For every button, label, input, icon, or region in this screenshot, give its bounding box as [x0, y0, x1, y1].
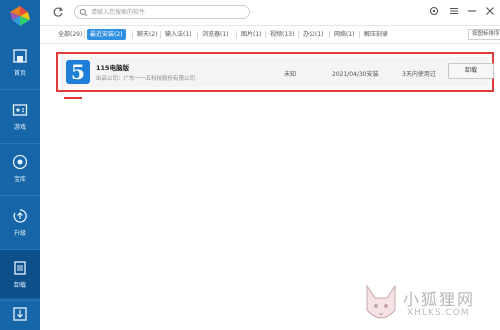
tab-browser[interactable]: 浏览器(1) [199, 29, 232, 40]
search-input[interactable] [91, 7, 241, 17]
watermark: 小狐狸网 XHLKS.COM [355, 278, 500, 330]
divider [359, 31, 360, 38]
uninstall-button[interactable]: 卸载 [448, 63, 494, 79]
top-bar [40, 0, 500, 26]
sidebar-item-download[interactable] [0, 302, 40, 330]
tab-all[interactable]: 全部(29) [55, 29, 85, 40]
logo-icon [10, 6, 30, 26]
sidebar-item-games[interactable]: 游戏 [0, 96, 40, 142]
tab-recent[interactable]: 最近安装(2) [87, 29, 126, 40]
app-window: 首页 游戏 宝库 升级 卸载 请输入您搜索的软件 全部(29) 最近安装(2) … [0, 0, 500, 330]
divider [84, 31, 85, 38]
tab-video[interactable]: 视频(13) [267, 29, 297, 40]
divider [329, 31, 330, 38]
download-icon [13, 307, 27, 321]
minimize-icon[interactable] [466, 5, 478, 17]
divider [132, 31, 133, 38]
sidebar-item-label: 首页 [13, 70, 26, 77]
trash-icon [14, 261, 26, 275]
divider [0, 300, 40, 301]
app-publisher: 出品公司：广东一一五科技股份有限公司 [96, 76, 196, 82]
sort-dropdown[interactable]: 按图标排序 [468, 29, 500, 40]
divider [298, 31, 299, 38]
menu-icon[interactable] [448, 5, 460, 17]
sidebar-item-upgrade[interactable]: 升级 [0, 202, 40, 248]
category-tabs: 全部(29) 最近安装(2) 聊天(2) 输入法(1) 浏览器(1) 图片(1)… [40, 26, 500, 42]
tab-image[interactable]: 图片(1) [238, 29, 265, 40]
app-install-date: 2021/04/30安装 [332, 71, 379, 78]
tab-chat[interactable]: 聊天(2) [134, 29, 161, 40]
tab-input-method[interactable]: 输入法(1) [162, 29, 195, 40]
close-icon[interactable] [484, 5, 496, 17]
app-size: 未知 [284, 71, 297, 78]
sidebar-item-home[interactable]: 首页 [0, 42, 40, 88]
divider [160, 31, 161, 38]
settings-icon[interactable] [428, 5, 440, 17]
gamepad-icon [12, 104, 28, 116]
sidebar-item-uninstall[interactable]: 卸载 [0, 250, 40, 298]
divider [0, 89, 40, 90]
fox-logo-icon [366, 284, 396, 319]
sidebar-item-label: 游戏 [13, 124, 26, 131]
app-icon: 5 [66, 60, 90, 84]
upgrade-icon [13, 209, 27, 223]
list-item[interactable]: 5 115电脑版 出品公司：广东一一五科技股份有限公司 未知 2021/04/3… [56, 52, 494, 92]
sidebar: 首页 游戏 宝库 升级 卸载 [0, 0, 40, 330]
divider [197, 31, 198, 38]
divider [236, 31, 237, 38]
tab-office[interactable]: 办公(1) [300, 29, 327, 40]
progress-indicator [64, 97, 82, 99]
divider [265, 31, 266, 38]
sidebar-item-label: 宝库 [13, 176, 26, 183]
refresh-icon[interactable] [52, 6, 64, 18]
treasure-icon [12, 154, 28, 170]
search-icon [79, 8, 88, 17]
divider [0, 143, 40, 144]
app-row-body: 5 115电脑版 出品公司：广东一一五科技股份有限公司 未知 2021/04/3… [62, 57, 494, 87]
watermark-subtitle: XHLKS.COM [407, 308, 470, 318]
app-name: 115电脑版 [96, 64, 130, 72]
sidebar-item-label: 卸载 [13, 282, 26, 289]
tab-network[interactable]: 网络(1) [331, 29, 358, 40]
search-box[interactable] [74, 5, 250, 19]
sidebar-item-label: 升级 [13, 230, 26, 237]
tab-archive[interactable]: 解压刻录 [361, 29, 391, 40]
watermark-title: 小狐狸网 [403, 290, 476, 309]
divider [0, 195, 40, 196]
app-usage: 3天内使用过 [402, 71, 436, 78]
sort-label: 按图标排序 [472, 31, 500, 37]
home-icon [13, 49, 27, 63]
sidebar-item-treasure[interactable]: 宝库 [0, 148, 40, 194]
